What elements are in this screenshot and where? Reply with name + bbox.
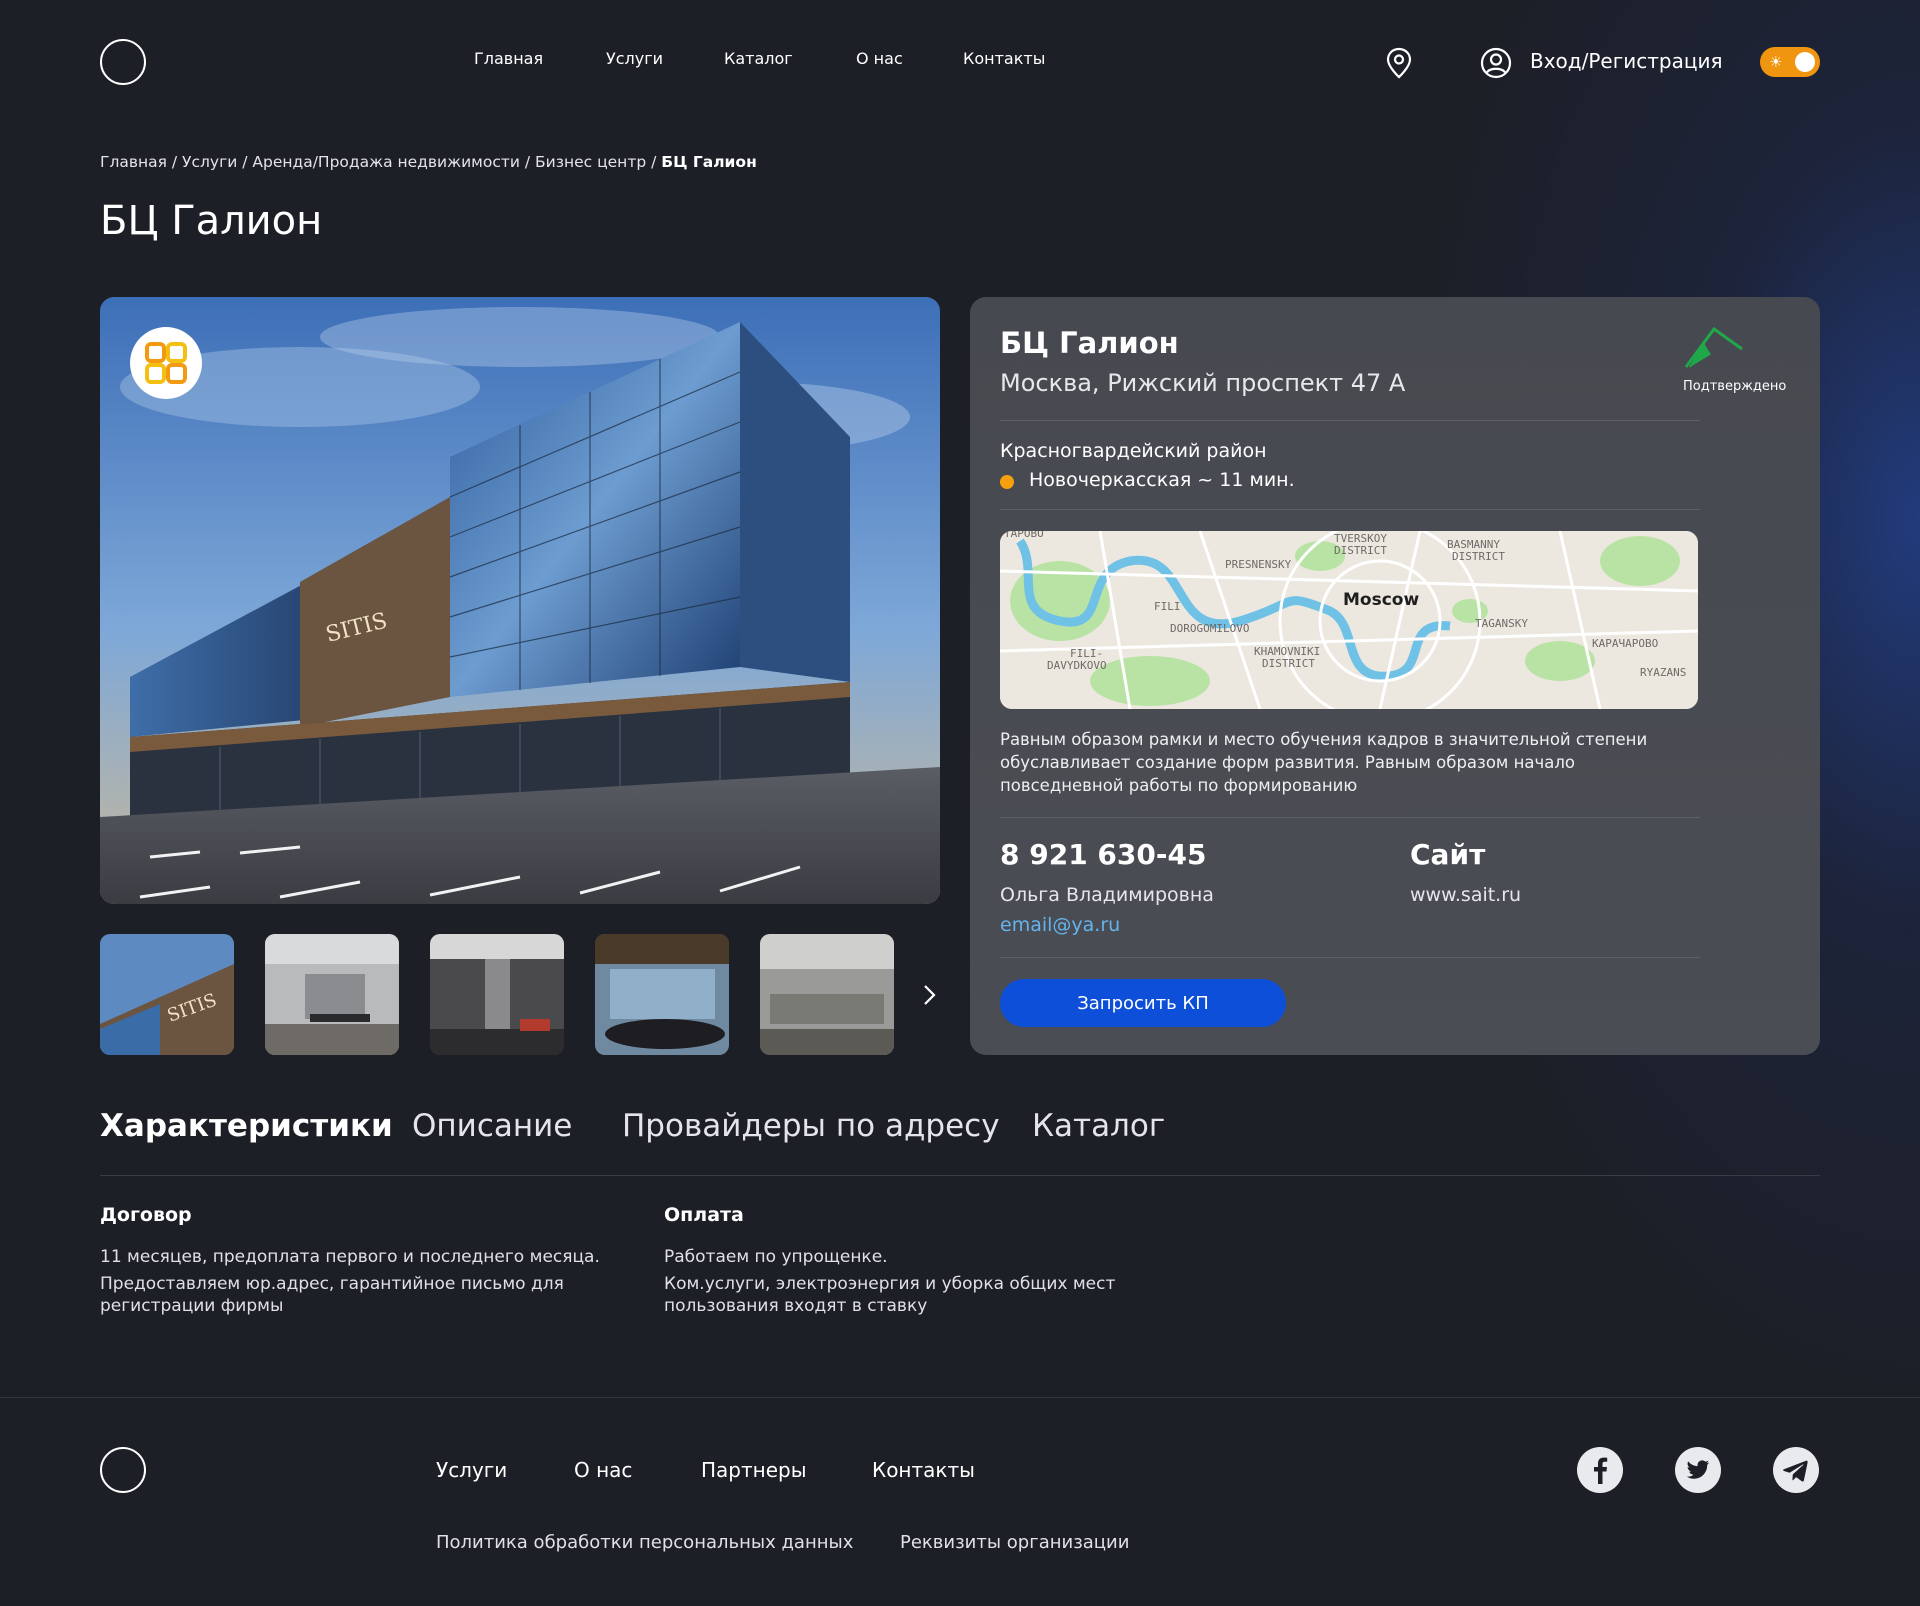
- page-title: БЦ Галион: [100, 198, 323, 244]
- footer-nav-contacts[interactable]: Контакты: [872, 1458, 975, 1482]
- login-link[interactable]: Вход/Регистрация: [1530, 49, 1722, 73]
- divider: [1000, 817, 1700, 818]
- tab-description[interactable]: Описание: [412, 1108, 572, 1144]
- metro-station: Новочеркасская ~ 11 мин.: [1029, 469, 1295, 491]
- map-label: DISTRICT: [1452, 550, 1505, 563]
- breadcrumb-item[interactable]: Услуги: [182, 153, 237, 171]
- telegram-icon[interactable]: [1773, 1447, 1819, 1493]
- tabs-divider: [100, 1175, 1820, 1176]
- divider: [1000, 957, 1700, 958]
- tab-providers[interactable]: Провайдеры по адресу: [622, 1108, 1000, 1144]
- facebook-icon[interactable]: [1577, 1447, 1623, 1493]
- breadcrumb-item[interactable]: Аренда/Продажа недвижимости: [252, 153, 520, 171]
- gallery-thumb[interactable]: [595, 934, 729, 1055]
- office-logo-icon: [145, 342, 187, 384]
- gallery-thumb[interactable]: SITIS: [100, 934, 234, 1055]
- metro-dot-icon: [1000, 475, 1014, 489]
- description-line: повседневной работы по формированию: [1000, 776, 1358, 795]
- object-card: БЦ Галион Москва, Рижский проспект 47 А …: [970, 297, 1820, 1055]
- location-map[interactable]: TVERSKOY DISTRICT BASMANNY DISTRICT PRES…: [1000, 531, 1698, 709]
- user-icon[interactable]: [1480, 47, 1512, 79]
- breadcrumb-item[interactable]: Бизнес центр: [535, 153, 646, 171]
- toggle-knob: [1795, 52, 1815, 72]
- company-details-link[interactable]: Реквизиты организации: [900, 1532, 1129, 1553]
- map-label: DAVYDKOVO: [1047, 659, 1107, 672]
- map-label: PRESNENSKY: [1225, 558, 1292, 571]
- brand-badge: [130, 327, 202, 399]
- theme-toggle[interactable]: ☀: [1760, 47, 1820, 77]
- gallery-thumb[interactable]: [760, 934, 894, 1055]
- footer-nav-partners[interactable]: Партнеры: [701, 1458, 807, 1482]
- site-link[interactable]: www.sait.ru: [1410, 884, 1521, 906]
- breadcrumb-current: БЦ Галион: [661, 153, 757, 171]
- spec-line: 11 месяцев, предоплата первого и последн…: [100, 1247, 600, 1267]
- tab-characteristics[interactable]: Характеристики: [100, 1108, 393, 1144]
- site-label: Сайт: [1410, 838, 1486, 871]
- breadcrumb-item[interactable]: Главная: [100, 153, 167, 171]
- footer-logo[interactable]: [100, 1447, 146, 1493]
- tab-catalog[interactable]: Каталог: [1032, 1108, 1165, 1144]
- main-photo[interactable]: SITIS: [100, 297, 940, 904]
- card-description: Равным образом рамки и место обучения ка…: [1000, 728, 1647, 797]
- request-offer-button[interactable]: Запросить КП: [1000, 979, 1286, 1027]
- contact-person: Ольга Владимировна: [1000, 884, 1214, 906]
- spec-line: Предоставляем юр.адрес, гарантийное пись…: [100, 1274, 564, 1294]
- district: Красногвардейский район: [1000, 440, 1267, 462]
- map-label: ТАРОВО: [1004, 531, 1044, 540]
- nav-item-services[interactable]: Услуги: [606, 49, 663, 68]
- location-pin-icon[interactable]: [1384, 46, 1414, 80]
- divider: [1000, 420, 1700, 421]
- spec-title: Оплата: [664, 1204, 744, 1226]
- logo[interactable]: [100, 39, 146, 85]
- spec-line: регистрации фирмы: [100, 1296, 284, 1316]
- card-title: БЦ Галион: [1000, 326, 1179, 360]
- spec-line: Работаем по упрощенке.: [664, 1247, 888, 1267]
- nav-item-catalog[interactable]: Каталог: [724, 49, 793, 68]
- gallery-thumb[interactable]: [265, 934, 399, 1055]
- map-label: DOROGOMILOVO: [1170, 622, 1249, 635]
- map-label: DISTRICT: [1262, 657, 1315, 670]
- divider: [1000, 509, 1700, 510]
- privacy-policy-link[interactable]: Политика обработки персональных данных: [436, 1532, 853, 1553]
- sun-icon: ☀: [1769, 53, 1783, 71]
- footer-nav-about[interactable]: О нас: [574, 1458, 632, 1482]
- verified-label: Подтверждено: [1683, 379, 1787, 394]
- nav-item-about[interactable]: О нас: [856, 49, 903, 68]
- description-line: обуславливает создание форм развития. Ра…: [1000, 753, 1576, 772]
- map-label: TAGANSKY: [1475, 617, 1528, 630]
- chevron-right-icon[interactable]: [918, 982, 940, 1008]
- map-label: DISTRICT: [1334, 544, 1387, 557]
- breadcrumb: Главная / Услуги / Аренда/Продажа недвиж…: [100, 153, 757, 171]
- phone-number[interactable]: 8 921 630-45: [1000, 838, 1206, 871]
- map-label: КАРАЧАРОВО: [1592, 637, 1658, 650]
- spec-line: пользования входят в ставку: [664, 1296, 928, 1316]
- verified-house-icon: [1684, 326, 1743, 368]
- map-label: RYAZANS: [1640, 666, 1686, 679]
- nav-item-contacts[interactable]: Контакты: [963, 49, 1045, 68]
- spec-line: Ком.услуги, электроэнергия и уборка общи…: [664, 1274, 1116, 1294]
- email-link[interactable]: email@ya.ru: [1000, 914, 1120, 936]
- nav-item-home[interactable]: Главная: [474, 49, 543, 68]
- map-city-label: Moscow: [1343, 590, 1419, 610]
- map-label: FILI: [1154, 600, 1181, 613]
- description-line: Равным образом рамки и место обучения ка…: [1000, 730, 1648, 749]
- footer-nav-services[interactable]: Услуги: [436, 1458, 507, 1482]
- footer-divider: [0, 1397, 1920, 1398]
- card-address: Москва, Рижский проспект 47 А: [1000, 369, 1406, 397]
- gallery-thumb[interactable]: [430, 934, 564, 1055]
- twitter-icon[interactable]: [1675, 1447, 1721, 1493]
- spec-title: Договор: [100, 1204, 192, 1226]
